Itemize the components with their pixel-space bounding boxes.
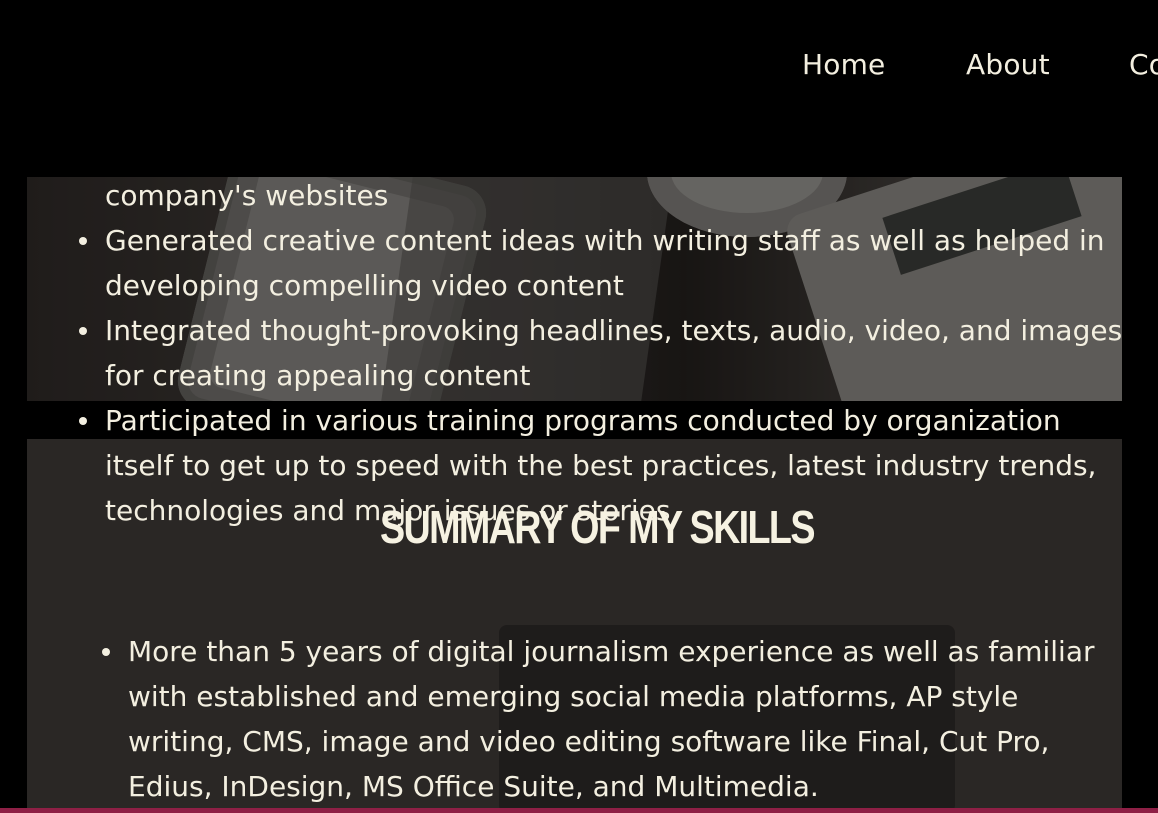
nav-home-link[interactable]: Home [802, 48, 886, 81]
skills-list: More than 5 years of digital journalism … [102, 629, 1118, 809]
page: Home About Co company's websites Generat… [0, 0, 1158, 813]
experience-item: Generated creative content ideas with wr… [79, 218, 1135, 308]
skills-heading: Summary of my skills [380, 501, 815, 553]
nav-about-link[interactable]: About [966, 48, 1050, 81]
bottom-accent-line [0, 808, 1158, 813]
top-navigation: Home About Co [0, 0, 1158, 130]
skills-item: More than 5 years of digital journalism … [102, 629, 1118, 809]
nav-contact-link[interactable]: Co [1129, 48, 1158, 81]
experience-item: Integrated thought-provoking headlines, … [79, 308, 1135, 398]
experience-continued-item: company's websites [105, 179, 389, 212]
experience-list: company's websites Generated creative co… [79, 173, 1135, 533]
